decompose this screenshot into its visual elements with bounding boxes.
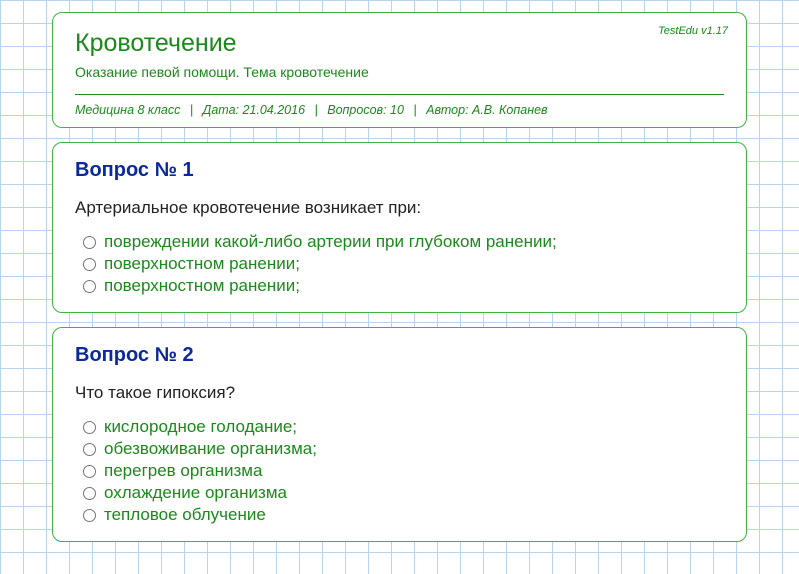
meta-author: Автор: А.В. Копанев xyxy=(426,103,547,117)
option-row: кислородное голодание; xyxy=(83,417,724,437)
question-title: Вопрос № 2 xyxy=(75,344,724,367)
option-row: повреждении какой-либо артерии при глубо… xyxy=(83,232,724,252)
meta-count: Вопросов: 10 xyxy=(327,103,404,117)
meta-sep: | xyxy=(315,103,318,117)
meta-line: Медицина 8 класс | Дата: 21.04.2016 | Во… xyxy=(75,103,724,117)
question-card: Вопрос № 1 Артериальное кровотечение воз… xyxy=(52,142,747,313)
meta-sep: | xyxy=(413,103,416,117)
option-row: тепловое облучение xyxy=(83,505,724,525)
option-radio[interactable] xyxy=(83,421,96,434)
page-title: Кровотечение xyxy=(75,29,724,58)
meta-subject: Медицина 8 класс xyxy=(75,103,180,117)
option-row: охлаждение организма xyxy=(83,483,724,503)
option-row: поверхностном ранении; xyxy=(83,254,724,274)
option-row: перегрев организма xyxy=(83,461,724,481)
divider xyxy=(75,94,724,95)
question-title: Вопрос № 1 xyxy=(75,159,724,182)
option-radio[interactable] xyxy=(83,280,96,293)
option-row: обезвоживание организма; xyxy=(83,439,724,459)
option-label[interactable]: поверхностном ранении; xyxy=(104,276,300,296)
option-label[interactable]: тепловое облучение xyxy=(104,505,266,525)
meta-date: Дата: 21.04.2016 xyxy=(203,103,305,117)
option-radio[interactable] xyxy=(83,487,96,500)
options-list: повреждении какой-либо артерии при глубо… xyxy=(83,232,724,296)
question-card: Вопрос № 2 Что такое гипоксия? кислородн… xyxy=(52,327,747,542)
page-subtitle: Оказание певой помощи. Тема кровотечение xyxy=(75,64,724,80)
header-card: TestEdu v1.17 Кровотечение Оказание пево… xyxy=(52,12,747,128)
option-radio[interactable] xyxy=(83,465,96,478)
option-label[interactable]: поверхностном ранении; xyxy=(104,254,300,274)
option-radio[interactable] xyxy=(83,236,96,249)
meta-sep: | xyxy=(190,103,193,117)
option-row: поверхностном ранении; xyxy=(83,276,724,296)
option-label[interactable]: перегрев организма xyxy=(104,461,262,481)
question-text: Артериальное кровотечение возникает при: xyxy=(75,198,724,218)
option-radio[interactable] xyxy=(83,509,96,522)
option-radio[interactable] xyxy=(83,443,96,456)
options-list: кислородное голодание; обезвоживание орг… xyxy=(83,417,724,525)
option-label[interactable]: обезвоживание организма; xyxy=(104,439,317,459)
question-text: Что такое гипоксия? xyxy=(75,383,724,403)
version-label: TestEdu v1.17 xyxy=(658,25,728,37)
option-radio[interactable] xyxy=(83,258,96,271)
option-label[interactable]: повреждении какой-либо артерии при глубо… xyxy=(104,232,557,252)
option-label[interactable]: кислородное голодание; xyxy=(104,417,297,437)
option-label[interactable]: охлаждение организма xyxy=(104,483,287,503)
